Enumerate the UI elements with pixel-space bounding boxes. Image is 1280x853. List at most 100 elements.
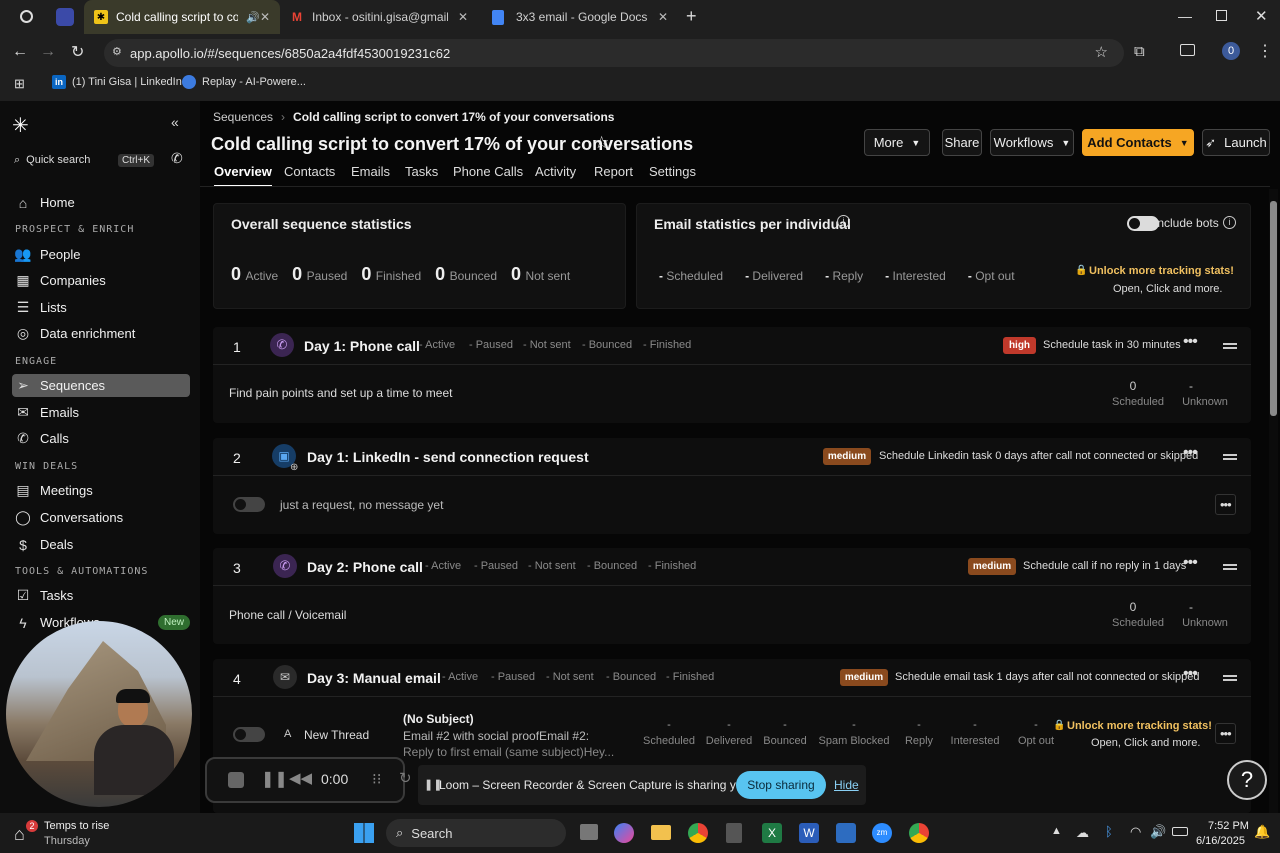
onedrive-icon[interactable]: ☁ <box>1076 825 1089 841</box>
battery-icon[interactable] <box>1172 827 1188 836</box>
chrome-menu-icon[interactable]: ⋮ <box>1257 41 1273 61</box>
favorite-star-icon[interactable]: ☆ <box>594 133 609 153</box>
excel-icon[interactable]: X <box>762 823 782 843</box>
calendar-app-icon[interactable] <box>836 823 856 843</box>
tab-contacts[interactable]: Contacts <box>284 164 335 179</box>
clock-time[interactable]: 7:52 PM <box>1208 820 1249 832</box>
step-menu-icon[interactable]: ••• <box>1183 444 1198 462</box>
tab-activity[interactable]: Activity <box>535 164 576 179</box>
chrome-active-icon[interactable] <box>909 823 929 843</box>
close-tab-icon[interactable]: ✕ <box>260 10 270 24</box>
extensions-icon[interactable]: ⧉ <box>1134 43 1145 60</box>
back-icon[interactable]: ← <box>12 43 28 61</box>
extension-icon[interactable] <box>56 8 74 26</box>
task-view-icon[interactable] <box>580 824 598 840</box>
workflows-button[interactable]: Workflows ▼ <box>990 129 1074 156</box>
step-menu-icon[interactable]: ••• <box>1183 665 1198 683</box>
step-title[interactable]: Day 1: LinkedIn - send connection reques… <box>307 449 589 465</box>
add-contacts-button[interactable]: Add Contacts ▼ <box>1082 129 1194 156</box>
step-title[interactable]: Day 1: Phone call <box>304 338 420 354</box>
drag-handle-icon[interactable] <box>1223 454 1237 460</box>
sidebar-item-meetings[interactable]: ▤ Meetings <box>12 479 190 502</box>
phone-icon[interactable]: ✆ <box>171 150 183 167</box>
notification-icon[interactable]: 🔔 <box>1254 824 1270 840</box>
taskbar-search[interactable]: ⌕ Search <box>386 819 566 847</box>
site-info-icon[interactable]: ⚙ <box>112 45 122 58</box>
sidebar-item-people[interactable]: 👥 People <box>12 243 190 266</box>
profile-avatar[interactable]: 0 <box>1222 42 1240 60</box>
sidebar-item-conversations[interactable]: ◯ Conversations <box>12 506 190 529</box>
step-menu-icon[interactable]: ••• <box>1183 554 1198 572</box>
word-icon[interactable]: W <box>799 823 819 843</box>
tab-phone-calls[interactable]: Phone Calls <box>453 164 523 179</box>
share-button[interactable]: Share <box>942 129 982 156</box>
apollo-logo[interactable]: ✳ <box>12 113 29 138</box>
address-bar[interactable]: ⚙ app.apollo.io/#/sequences/6850a2a4fdf4… <box>104 39 1124 67</box>
tab-emails[interactable]: Emails <box>351 164 390 179</box>
step-options-icon[interactable]: ••• <box>1215 723 1236 744</box>
apps-grid-icon[interactable]: ⊞ <box>14 76 25 92</box>
step-title[interactable]: Day 2: Phone call <box>307 559 423 575</box>
wifi-icon[interactable]: ◠ <box>1130 824 1141 840</box>
step-options-icon[interactable]: ••• <box>1215 494 1236 515</box>
volume-icon[interactable]: 🔊 <box>1150 824 1166 840</box>
hide-link[interactable]: Hide <box>834 778 859 792</box>
unlock-stats-link[interactable]: Unlock more tracking stats! <box>1089 265 1234 277</box>
bookmark-replay[interactable]: Replay - AI-Powere... <box>182 75 306 89</box>
sidebar-item-calls[interactable]: ✆ Calls <box>12 427 190 450</box>
step-enable-toggle[interactable] <box>233 497 265 512</box>
chrome-icon[interactable] <box>688 823 708 843</box>
tab-apollo[interactable]: ✱ Cold calling script to conve 🔊 ✕ <box>84 0 280 34</box>
close-window-icon[interactable]: ✕ <box>1255 7 1268 25</box>
info-icon[interactable]: i <box>837 215 850 228</box>
drag-handle-icon[interactable] <box>1223 675 1237 681</box>
quick-search[interactable]: ⌕ Quick search Ctrl+K <box>14 151 154 169</box>
drawing-tools-icon[interactable]: ⁝⁝ <box>372 770 382 788</box>
help-button[interactable]: ? <box>1227 760 1267 800</box>
windows-start-icon[interactable] <box>354 823 374 843</box>
bookmark-linkedin[interactable]: in (1) Tini Gisa | LinkedIn <box>52 75 182 89</box>
step-title[interactable]: Day 3: Manual email <box>307 670 441 686</box>
pause-icon[interactable]: ❚❚ <box>261 769 288 789</box>
bluetooth-icon[interactable]: ᛒ <box>1105 824 1113 839</box>
new-tab-icon[interactable]: + <box>686 6 697 27</box>
file-explorer-icon[interactable] <box>651 825 671 840</box>
rewind-icon[interactable]: ◀◀ <box>289 769 312 787</box>
tab-docs[interactable]: 3x3 email - Google Docs ✕ <box>482 0 678 34</box>
info-icon[interactable]: i <box>1223 216 1236 229</box>
bookmark-star-icon[interactable]: ☆ <box>1095 43 1108 61</box>
sidebar-item-emails[interactable]: ✉ Emails <box>12 401 190 424</box>
tab-tasks[interactable]: Tasks <box>405 164 438 179</box>
minimize-icon[interactable]: — <box>1178 8 1192 24</box>
tray-chevron-icon[interactable]: ▲ <box>1051 825 1062 837</box>
zoom-icon[interactable]: zm <box>872 823 892 843</box>
restart-icon[interactable]: ↻ <box>399 769 412 787</box>
tab-settings[interactable]: Settings <box>649 164 696 179</box>
stop-recording-icon[interactable] <box>228 772 244 788</box>
sidebar-item-lists[interactable]: ☰ Lists <box>12 296 190 319</box>
forward-icon[interactable]: → <box>40 43 56 61</box>
more-button[interactable]: More ▼ <box>864 129 930 156</box>
scrollbar-thumb[interactable] <box>1270 201 1277 416</box>
tab-gmail[interactable]: M Inbox - ositini.gisa@gmail.com ✕ <box>282 0 478 34</box>
sidebar-item-deals[interactable]: $ Deals <box>12 533 190 556</box>
loom-camera-bubble[interactable] <box>6 621 192 807</box>
drag-handle-icon[interactable] <box>1223 564 1237 570</box>
copilot-icon[interactable] <box>614 823 634 843</box>
email-enable-toggle[interactable] <box>233 727 265 742</box>
stop-sharing-button[interactable]: Stop sharing <box>736 771 826 799</box>
tab-overview[interactable]: Overview <box>214 164 272 187</box>
cast-icon[interactable] <box>1180 44 1195 56</box>
clock-date[interactable]: 6/16/2025 <box>1196 835 1245 847</box>
sidebar-item-tasks[interactable]: ☑ Tasks <box>12 584 190 607</box>
email-subject[interactable]: (No Subject) <box>403 712 474 726</box>
step-menu-icon[interactable]: ••• <box>1183 333 1198 351</box>
unlock-stats-link[interactable]: Unlock more tracking stats! <box>1067 720 1212 732</box>
collapse-sidebar-icon[interactable]: « <box>171 114 179 130</box>
breadcrumb-root[interactable]: Sequences <box>213 110 273 124</box>
maximize-icon[interactable] <box>1216 10 1227 21</box>
reload-icon[interactable]: ↻ <box>71 42 84 62</box>
tab-report[interactable]: Report <box>594 164 633 179</box>
weather-widget[interactable]: ⌂ 2 Temps to rise Thursday <box>14 818 124 848</box>
launch-button[interactable]: ➶ Launch <box>1202 129 1270 156</box>
